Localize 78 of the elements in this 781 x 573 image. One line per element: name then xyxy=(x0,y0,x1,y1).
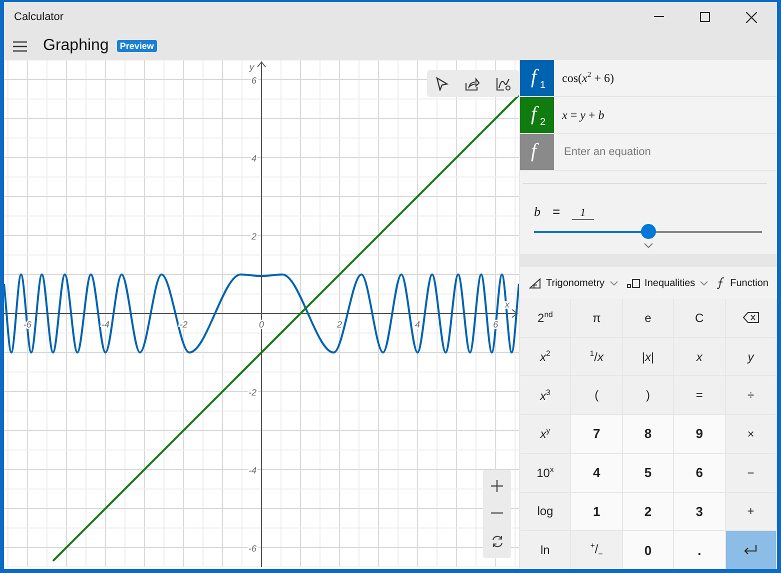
keypad-key[interactable]: x$^{2}$ xyxy=(520,338,570,376)
zoom-in-icon[interactable] xyxy=(491,480,503,492)
zoom-out-icon[interactable] xyxy=(491,512,503,514)
keypad-key[interactable]: y xyxy=(726,338,776,376)
keypad-key[interactable]: . xyxy=(674,531,725,569)
graph-settings-icon[interactable] xyxy=(496,76,511,90)
variable-name: b xyxy=(534,204,540,220)
keypad-key[interactable]: π xyxy=(571,299,622,337)
menu-button[interactable]: Function xyxy=(730,278,768,288)
axis-label: y xyxy=(250,62,254,72)
keypad-key[interactable]: 6 xyxy=(674,454,725,492)
equation-text[interactable]: x = y + b xyxy=(562,108,604,122)
keypad-key[interactable]: 4 xyxy=(571,454,622,492)
tick-label: -4 xyxy=(101,320,110,330)
keypad-key[interactable]: 1 xyxy=(571,492,622,530)
minimize-icon[interactable] xyxy=(654,16,664,18)
backspace-icon xyxy=(742,312,759,324)
keypad-key[interactable]: 10$^{x}$ xyxy=(520,454,570,492)
tick-label: -6 xyxy=(248,544,256,554)
chevron-down-icon[interactable] xyxy=(644,243,653,248)
variable-slider[interactable] xyxy=(534,224,762,240)
window-title: Calculator xyxy=(14,11,64,23)
keypad-key[interactable]: + xyxy=(726,492,776,530)
keypad-key[interactable] xyxy=(726,299,776,337)
squares-icon xyxy=(626,278,640,288)
keypad-key[interactable]: 3 xyxy=(674,492,725,530)
function-icon xyxy=(717,277,726,289)
enter-icon xyxy=(744,545,758,556)
keypad-key[interactable]: e xyxy=(622,299,674,337)
triangle-icon xyxy=(529,278,541,288)
keypad-key[interactable]: ÷ xyxy=(726,376,776,414)
keypad-key[interactable]: − xyxy=(726,454,776,492)
keypad-key[interactable]: 7 xyxy=(571,415,622,453)
keypad-key[interactable]: |x| xyxy=(622,338,674,376)
keypad-key[interactable]: 9 xyxy=(674,415,725,453)
tick-label: -2 xyxy=(248,388,256,398)
keypad-key[interactable]: log xyxy=(520,492,570,530)
keypad-key[interactable]: 0 xyxy=(622,531,674,569)
keypad-key[interactable]: ( xyxy=(571,376,622,414)
menu-button[interactable]: Trigonometry xyxy=(546,278,605,288)
tick-label: 6 xyxy=(251,76,256,86)
tick-label: -4 xyxy=(248,466,256,476)
tick-label: -2 xyxy=(179,320,188,330)
caret-icon xyxy=(700,280,708,286)
menu-button[interactable]: Inequalities xyxy=(644,278,696,288)
keypad-key[interactable]: × xyxy=(726,415,776,453)
equation-input[interactable]: Enter an equation xyxy=(562,145,766,159)
equation-text[interactable]: cos(x$^{2}$ + 6) xyxy=(562,70,614,86)
keypad-key[interactable]: $^{1}$/x xyxy=(571,338,622,376)
tick-label: 4 xyxy=(251,154,256,164)
pointer-icon[interactable] xyxy=(435,76,449,90)
share-icon[interactable] xyxy=(465,76,480,90)
keypad-key[interactable]: 8 xyxy=(622,415,674,453)
keypad-key[interactable]: 2$^{nd}$ xyxy=(520,299,570,337)
keypad-key[interactable]: C xyxy=(674,299,725,337)
caret-icon xyxy=(610,280,618,286)
keypad-key[interactable]: ln xyxy=(520,531,570,569)
keypad-key[interactable]: x$^{y}$ xyxy=(520,415,570,453)
preview-badge: Preview xyxy=(116,40,157,52)
reset-view-icon[interactable] xyxy=(490,534,504,548)
tick-label: 2 xyxy=(251,232,256,242)
keypad-key[interactable]: 5 xyxy=(622,454,674,492)
function-swatch: f xyxy=(520,134,554,170)
tick-label: 4 xyxy=(415,320,420,330)
menu-icon[interactable] xyxy=(13,40,27,52)
keypad-key[interactable]: $^{+}$/$_{−}$ xyxy=(571,531,622,569)
variable-value-field[interactable]: 1 xyxy=(572,207,594,220)
keypad-key[interactable]: 2 xyxy=(622,492,674,530)
keypad-key[interactable]: x$^{3}$ xyxy=(520,376,570,414)
keypad-key[interactable]: = xyxy=(674,376,725,414)
keypad-key[interactable]: x xyxy=(674,338,725,376)
keypad-key[interactable]: ) xyxy=(622,376,674,414)
mode-title: Graphing xyxy=(43,37,109,55)
equals-sign: = xyxy=(552,204,560,219)
slider-thumb[interactable] xyxy=(641,224,656,239)
maximize-icon[interactable] xyxy=(700,12,710,22)
tick-label: 2 xyxy=(337,320,342,330)
close-icon[interactable] xyxy=(746,12,757,22)
